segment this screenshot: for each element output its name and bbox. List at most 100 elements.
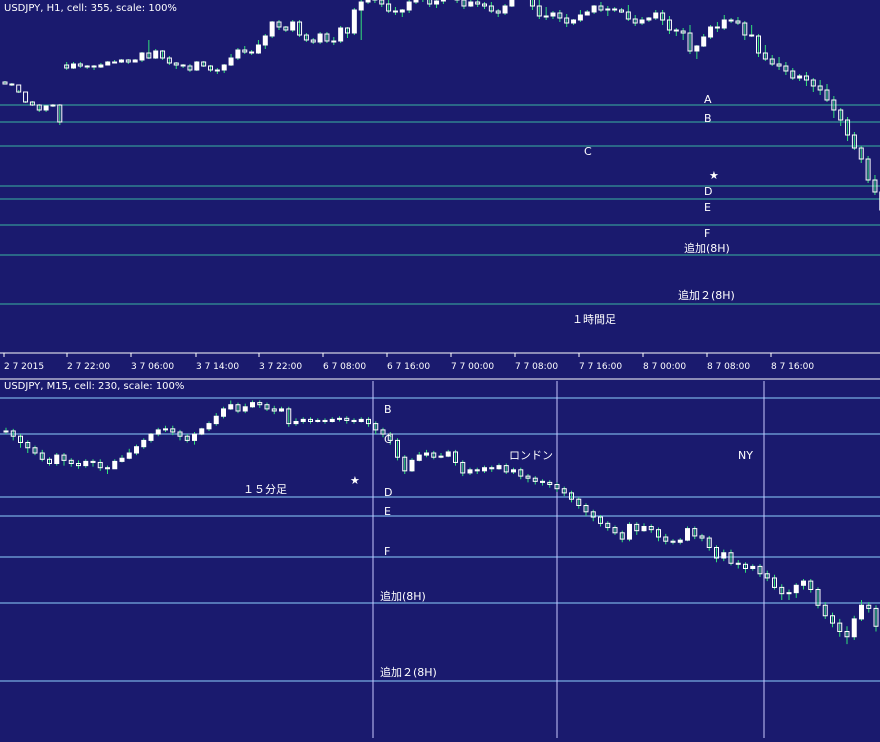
top-candle-body-51 xyxy=(352,10,356,33)
top-candle-body-12 xyxy=(85,66,89,67)
bottom-candle-body-21 xyxy=(156,430,160,434)
bottom-candle-body-64 xyxy=(468,470,472,473)
bottom-candle-body-34 xyxy=(251,403,255,407)
top-candle-body-79 xyxy=(544,16,548,17)
top-candle-body-116 xyxy=(798,76,802,78)
bottom-candle-body-86 xyxy=(628,524,632,539)
bottom-candle-body-7 xyxy=(55,455,59,463)
bottom-candle-body-94 xyxy=(686,529,690,541)
bottom-candle-body-33 xyxy=(243,407,247,411)
top-candle-body-106 xyxy=(729,20,733,21)
top-candle-body-60 xyxy=(414,0,418,2)
top-level-label-add8h: 追加(8H) xyxy=(684,241,730,255)
top-candle-body-57 xyxy=(393,11,397,12)
top-candle-body-42 xyxy=(291,22,295,30)
bottom-candle-body-49 xyxy=(359,419,363,421)
top-candle-body-89 xyxy=(613,9,617,10)
top-level-label-c: C xyxy=(584,145,592,158)
bottom-candle-body-66 xyxy=(483,468,487,471)
top-candle-body-7 xyxy=(51,105,55,106)
bottom-candle-body-57 xyxy=(417,455,421,460)
top-candle-body-36 xyxy=(250,52,254,53)
bottom-star-marker: ★ xyxy=(350,474,360,487)
top-time-label-3: 3 7 14:00 xyxy=(196,362,239,372)
session-label-london: ロンドン xyxy=(509,449,553,462)
top-candle-body-88 xyxy=(606,9,610,10)
top-chart-header: USDJPY, H1, cell: 355, scale: 100% xyxy=(4,3,177,14)
top-time-label-9: 7 7 16:00 xyxy=(579,362,622,372)
bottom-candle-body-0 xyxy=(4,431,8,432)
top-candle-body-101 xyxy=(695,46,699,51)
top-candle-body-85 xyxy=(585,12,589,15)
bottom-candle-body-56 xyxy=(410,460,414,471)
bottom-candle-body-43 xyxy=(316,420,320,421)
bottom-candle-body-29 xyxy=(214,416,218,423)
top-candle-body-95 xyxy=(654,13,658,18)
top-time-label-11: 8 7 08:00 xyxy=(707,362,750,372)
bottom-candle-body-11 xyxy=(84,461,88,465)
top-time-label-0: 2 7 2015 xyxy=(4,362,44,372)
top-candle-body-13 xyxy=(92,66,96,67)
top-candle-body-52 xyxy=(359,2,363,10)
bottom-candle-body-26 xyxy=(193,434,197,440)
top-candle-body-37 xyxy=(256,45,260,53)
top-level-label-e: E xyxy=(704,201,711,214)
bottom-candle-body-38 xyxy=(280,409,284,411)
bottom-candle-body-28 xyxy=(207,424,211,429)
bottom-candle-body-30 xyxy=(222,409,226,416)
top-candle-body-49 xyxy=(339,28,343,41)
top-chart-caption: １時間足 xyxy=(572,313,616,326)
bottom-candle-body-70 xyxy=(512,470,516,472)
top-candle-body-98 xyxy=(674,30,678,31)
top-level-label-a: A xyxy=(704,93,712,106)
bottom-candle-body-61 xyxy=(446,452,450,456)
top-candle-body-15 xyxy=(106,62,110,65)
bottom-candle-body-103 xyxy=(751,566,755,568)
session-label-ny: NY xyxy=(738,449,753,462)
bottom-candle-body-19 xyxy=(142,440,146,446)
top-candle-body-64 xyxy=(441,0,445,1)
top-candle-body-20 xyxy=(140,53,144,60)
bottom-candle-body-18 xyxy=(135,447,139,453)
top-candle-body-46 xyxy=(318,34,322,42)
top-candle-body-17 xyxy=(119,60,123,62)
top-candle-body-105 xyxy=(722,20,726,28)
bottom-candle-body-117 xyxy=(852,619,856,637)
top-candle-body-53 xyxy=(366,0,370,2)
bottom-candle-body-109 xyxy=(794,585,798,592)
bottom-candle-body-15 xyxy=(113,461,117,468)
bottom-level-label-d: D xyxy=(384,486,392,499)
top-candle-body-84 xyxy=(578,15,582,20)
chart-root: USDJPY, H1, cell: 355, scale: 100% １時間足 … xyxy=(0,0,880,738)
top-candle-body-22 xyxy=(154,51,158,58)
top-candle-body-83 xyxy=(572,20,576,23)
bottom-candle-body-60 xyxy=(439,456,443,457)
top-candle-body-103 xyxy=(709,27,713,37)
top-candle-body-16 xyxy=(113,62,117,63)
top-candle-body-33 xyxy=(229,58,233,65)
bottom-chart-header: USDJPY, M15, cell: 230, scale: 100% xyxy=(4,381,184,392)
bottom-candle-body-17 xyxy=(127,453,131,458)
top-time-label-7: 7 7 00:00 xyxy=(451,362,494,372)
top-candle-body-39 xyxy=(270,22,274,36)
top-candle-body-26 xyxy=(181,65,185,66)
top-time-label-1: 2 7 22:00 xyxy=(67,362,110,372)
top-level-label-f: F xyxy=(704,227,710,240)
top-candle-body-73 xyxy=(503,6,507,13)
top-time-label-8: 7 7 08:00 xyxy=(515,362,558,372)
top-time-label-2: 3 7 06:00 xyxy=(131,362,174,372)
top-candle-body-68 xyxy=(469,2,473,6)
top-candle-body-102 xyxy=(702,37,706,46)
top-candle-body-19 xyxy=(133,60,137,62)
top-candle-body-58 xyxy=(400,10,404,12)
top-candle-body-34 xyxy=(236,50,240,58)
bottom-level-label-b: B xyxy=(384,403,392,416)
top-candle-body-94 xyxy=(647,18,651,20)
top-candle-body-74 xyxy=(510,0,514,6)
top-candle-body-48 xyxy=(332,41,336,42)
top-time-label-12: 8 7 16:00 xyxy=(771,362,814,372)
bottom-candle-body-31 xyxy=(229,405,233,409)
bottom-candle-body-40 xyxy=(294,422,298,424)
bottom-candle-body-68 xyxy=(497,466,501,469)
top-time-label-4: 3 7 22:00 xyxy=(259,362,302,372)
